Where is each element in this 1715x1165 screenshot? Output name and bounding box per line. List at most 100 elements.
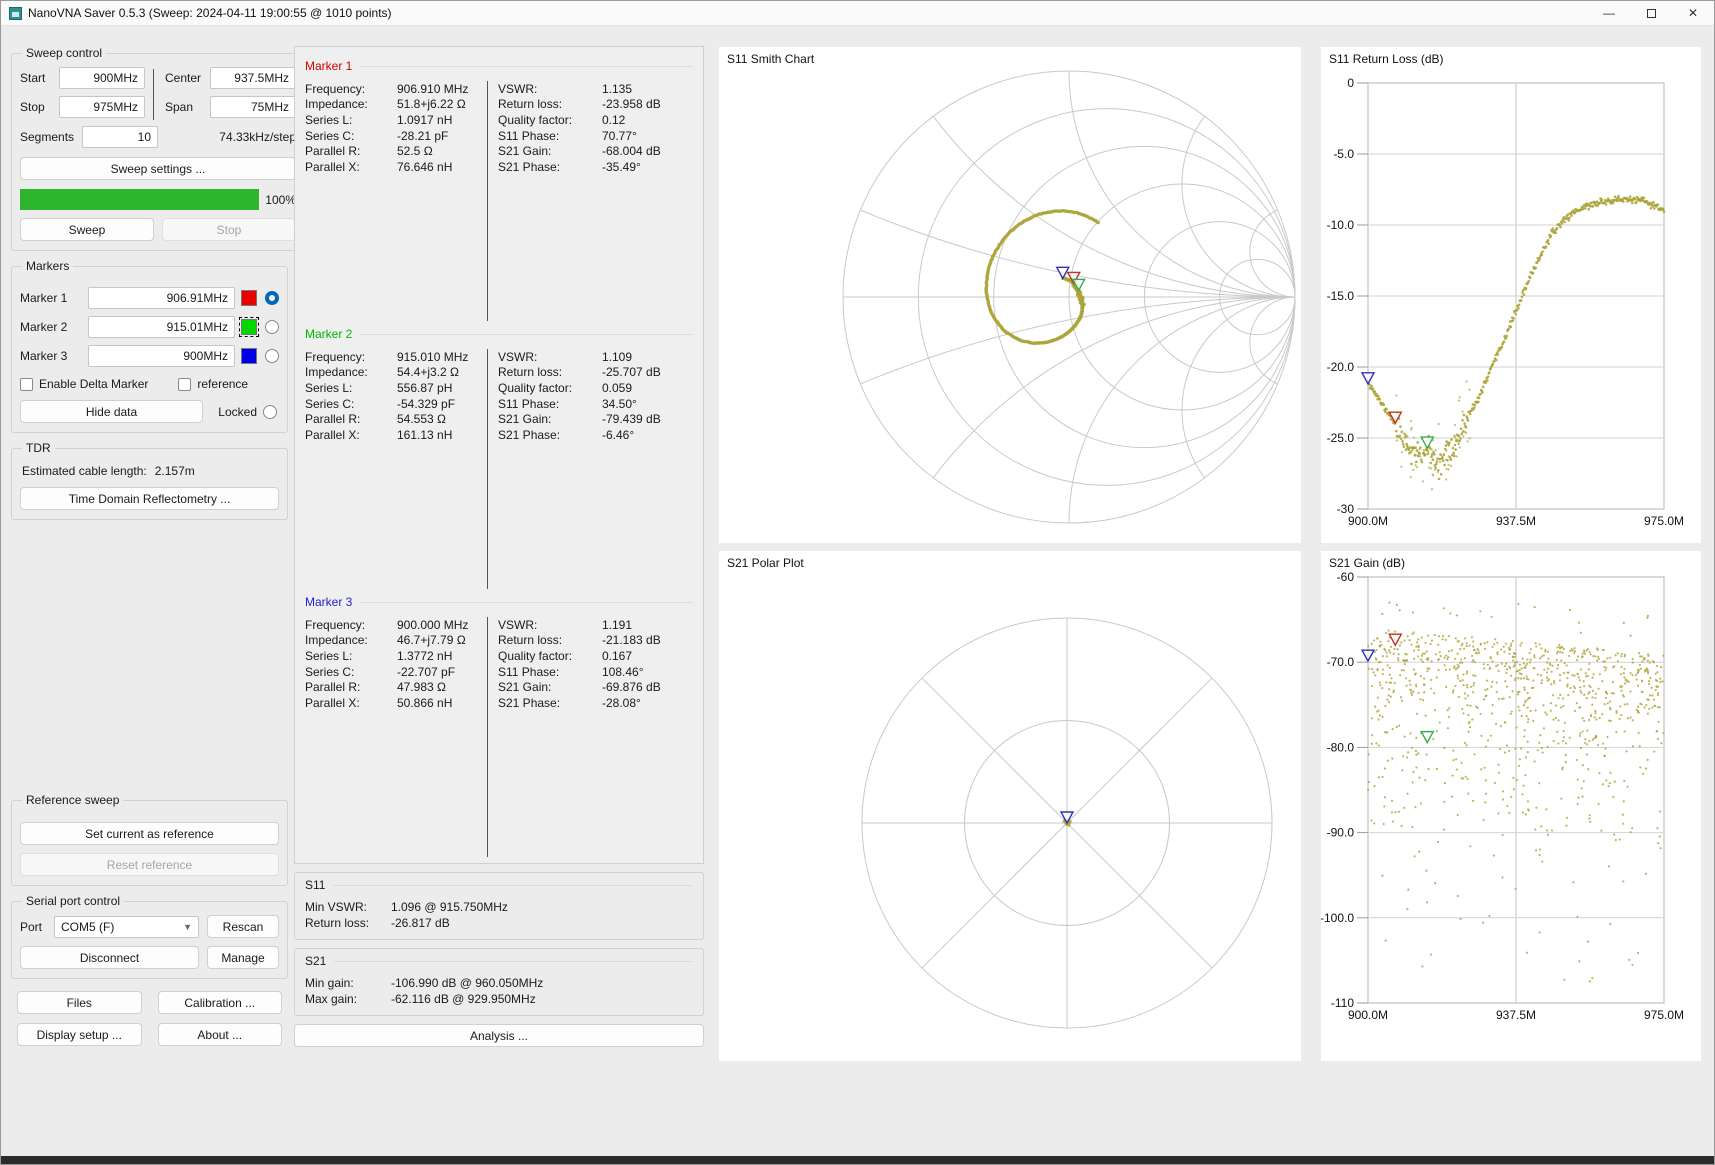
marker2-color-swatch[interactable] [241, 319, 257, 335]
polar-plot-svg[interactable] [719, 551, 1301, 1061]
marker-info-row: Impedance:46.7+j7.79 Ω [305, 633, 487, 649]
maximize-button[interactable] [1630, 1, 1672, 25]
tdr-title: TDR [22, 441, 55, 455]
polar-plot-title: S21 Polar Plot [727, 556, 804, 570]
marker1-radio[interactable] [265, 291, 279, 305]
analysis-button[interactable]: Analysis ... [294, 1024, 704, 1047]
marker-info-row: Frequency:900.000 MHz [305, 617, 487, 633]
field-label: Quality factor: [498, 113, 602, 127]
s21-gain-panel[interactable]: S21 Gain (dB) -60-70.0-80.0-90.0-100.0-1… [1321, 551, 1701, 1061]
marker-info-row: S21 Phase:-6.46° [498, 427, 693, 443]
field-value: 0.167 [602, 649, 632, 663]
field-label: VSWR: [498, 350, 602, 364]
svg-text:-5.0: -5.0 [1333, 147, 1354, 161]
rescan-button[interactable]: Rescan [207, 915, 279, 938]
svg-text:937.5M: 937.5M [1496, 514, 1536, 528]
return-loss-svg[interactable]: 0-5.0-10.0-15.0-20.0-25.0-30900.0M937.5M… [1321, 47, 1701, 543]
min-vswr-label: Min VSWR: [305, 900, 391, 914]
field-value: -54.329 pF [397, 397, 455, 411]
sweep-progress-bar [20, 189, 259, 210]
enable-delta-marker-checkbox[interactable] [20, 378, 33, 391]
field-label: Series C: [305, 665, 397, 679]
sweep-button[interactable]: Sweep [20, 218, 154, 241]
locked-radio[interactable] [263, 405, 277, 419]
tdr-button[interactable]: Time Domain Reflectometry ... [20, 487, 279, 510]
marker-info-row: Series L:556.87 pH [305, 380, 487, 396]
field-value: 70.77° [602, 129, 637, 143]
reset-reference-button[interactable]: Reset reference [20, 853, 279, 876]
start-input[interactable]: 900MHz [59, 67, 145, 89]
set-reference-button[interactable]: Set current as reference [20, 822, 279, 845]
control-sidebar: Sweep control Start 900MHz Center 937.5M… [11, 46, 288, 1046]
field-label: Series L: [305, 381, 397, 395]
reference-checkbox[interactable] [178, 378, 191, 391]
marker3-freq-input[interactable]: 900MHz [88, 345, 235, 367]
marker-triangle-icon [1362, 373, 1374, 384]
field-value: -28.21 pF [397, 129, 448, 143]
marker-info-row: S21 Phase:-28.08° [498, 695, 693, 711]
hide-data-button[interactable]: Hide data [20, 400, 203, 423]
marker-info-row: VSWR:1.109 [498, 349, 693, 365]
return-loss-panel[interactable]: S11 Return Loss (dB) 0-5.0-10.0-15.0-20.… [1321, 47, 1701, 543]
sweep-settings-button[interactable]: Sweep settings ... [20, 157, 296, 180]
svg-text:-60: -60 [1337, 570, 1355, 584]
field-value: 556.87 pH [397, 381, 452, 395]
s11-stats-title: S11 [305, 878, 325, 892]
s21-gain-svg[interactable]: -60-70.0-80.0-90.0-100.0-110900.0M937.5M… [1321, 551, 1701, 1061]
manage-button[interactable]: Manage [207, 946, 279, 969]
smith-chart-svg[interactable] [719, 47, 1301, 543]
marker2-radio[interactable] [265, 320, 279, 334]
smith-grid [843, 71, 1295, 523]
marker-triangle-icon [1057, 267, 1069, 278]
enable-delta-marker-label: Enable Delta Marker [39, 377, 148, 391]
marker-info-row: S21 Gain:-69.876 dB [498, 679, 693, 695]
stop-input[interactable]: 975MHz [59, 96, 145, 118]
field-label: Series C: [305, 129, 397, 143]
about-button[interactable]: About ... [158, 1023, 283, 1046]
marker3-color-swatch[interactable] [241, 348, 257, 364]
polar-plot-panel[interactable]: S21 Polar Plot [719, 551, 1301, 1061]
marker-info-row: VSWR:1.135 [498, 81, 693, 97]
reference-sweep-group: Reference sweep Set current as reference… [11, 793, 288, 886]
close-button[interactable]: ✕ [1672, 1, 1714, 25]
display-setup-button[interactable]: Display setup ... [17, 1023, 142, 1046]
marker1-color-swatch[interactable] [241, 290, 257, 306]
field-value: 1.0917 nH [397, 113, 452, 127]
window-bottom-edge [1, 1156, 1714, 1164]
minimize-button[interactable]: — [1588, 1, 1630, 25]
smith-chart-panel[interactable]: S11 Smith Chart [719, 47, 1301, 543]
svg-text:-70.0: -70.0 [1327, 655, 1355, 669]
marker-info-title: Marker 2 [305, 327, 352, 341]
marker-info-row: S11 Phase:70.77° [498, 128, 693, 144]
return-loss-title: S11 Return Loss (dB) [1329, 52, 1444, 66]
center-input[interactable]: 937.5MHz [210, 67, 296, 89]
port-select[interactable]: COM5 (F) ▼ [54, 916, 199, 938]
svg-text:937.5M: 937.5M [1496, 1008, 1536, 1022]
field-value: 915.010 MHz [397, 350, 468, 364]
marker1-label: Marker 1 [20, 291, 82, 305]
marker2-freq-input[interactable]: 915.01MHz [88, 316, 235, 338]
segments-input[interactable]: 10 [82, 126, 158, 148]
cable-length-value: 2.157m [155, 464, 195, 478]
marker-info-row: Series L:1.0917 nH [305, 112, 487, 128]
stop-button[interactable]: Stop [162, 218, 296, 241]
span-label: Span [165, 100, 205, 114]
app-icon [9, 7, 22, 20]
return-loss-label: Return loss: [305, 916, 391, 930]
marker3-radio[interactable] [265, 349, 279, 363]
marker-info-row: Return loss:-25.707 dB [498, 365, 693, 381]
svg-text:-20.0: -20.0 [1327, 360, 1355, 374]
marker-info-row: Impedance:51.8+j6.22 Ω [305, 97, 487, 113]
span-input[interactable]: 75MHz [210, 96, 296, 118]
marker2-label: Marker 2 [20, 320, 82, 334]
calibration-button[interactable]: Calibration ... [158, 991, 283, 1014]
field-label: S21 Gain: [498, 144, 602, 158]
chart-area: S11 Smith Chart S11 Return Loss (dB) 0-5… [719, 47, 1701, 1061]
marker1-freq-input[interactable]: 906.91MHz [88, 287, 235, 309]
field-label: S21 Phase: [498, 160, 602, 174]
disconnect-button[interactable]: Disconnect [20, 946, 199, 969]
files-button[interactable]: Files [17, 991, 142, 1014]
title-bar[interactable]: NanoVNA Saver 0.5.3 (Sweep: 2024-04-11 1… [1, 1, 1714, 26]
field-value: 54.553 Ω [397, 412, 446, 426]
field-label: S11 Phase: [498, 129, 602, 143]
